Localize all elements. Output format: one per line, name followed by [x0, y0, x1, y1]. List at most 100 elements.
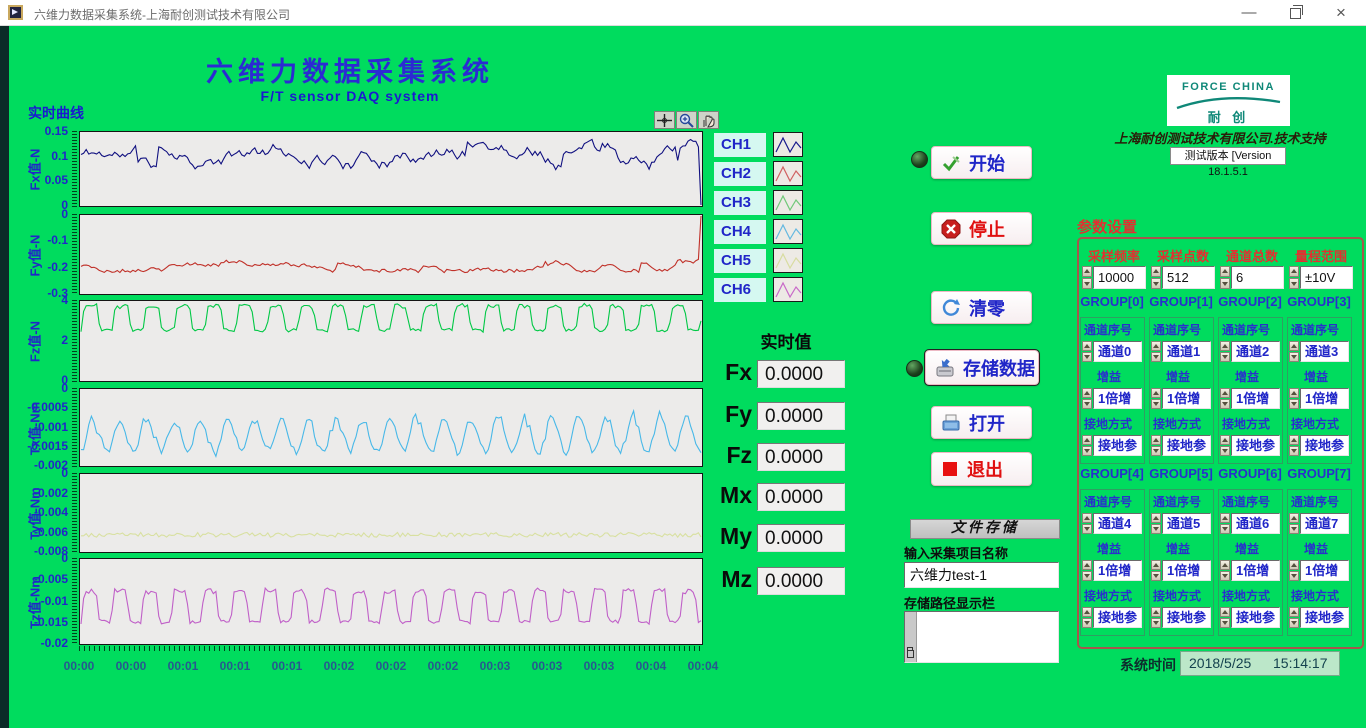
group-2-channel-spinner-down[interactable] [1220, 352, 1230, 362]
group-6-ground-value[interactable]: 接地参 [1231, 607, 1280, 628]
group-7-ground-spinner-down[interactable] [1289, 618, 1299, 628]
legend-waveform-icon-ch4[interactable] [773, 219, 803, 244]
zoom-magnifier-icon[interactable] [676, 111, 697, 129]
group-0-channel-spinner-down[interactable] [1082, 352, 1092, 362]
group-1-gain-value[interactable]: 1倍增 [1162, 388, 1211, 409]
group-7-gain-spinner-down[interactable] [1289, 571, 1299, 581]
param-value-1[interactable]: 512 [1162, 266, 1215, 289]
group-2-channel-spinner[interactable] [1220, 341, 1230, 362]
group-7-gain-value[interactable]: 1倍增 [1300, 560, 1349, 581]
group-6-gain-spinner[interactable] [1220, 560, 1230, 581]
group-6-ground-spinner[interactable] [1220, 607, 1230, 628]
open-button[interactable]: 打开 [931, 406, 1032, 439]
group-0-ground-spinner-down[interactable] [1082, 446, 1092, 456]
group-6-channel-spinner[interactable] [1220, 513, 1230, 534]
group-6-gain-spinner-up[interactable] [1220, 560, 1230, 570]
group-5-gain-value[interactable]: 1倍增 [1162, 560, 1211, 581]
group-5-gain-spinner-up[interactable] [1151, 560, 1161, 570]
group-4-channel-spinner-down[interactable] [1082, 524, 1092, 534]
group-7-channel-spinner-up[interactable] [1289, 513, 1299, 523]
legend-waveform-icon-ch5[interactable] [773, 248, 803, 273]
group-4-gain-spinner[interactable] [1082, 560, 1092, 581]
param-value-0[interactable]: 10000 [1093, 266, 1146, 289]
group-2-ground-value[interactable]: 接地参 [1231, 435, 1280, 456]
group-3-ground-spinner[interactable] [1289, 435, 1299, 456]
maximize-button[interactable] [1278, 0, 1312, 25]
group-1-ground-value[interactable]: 接地参 [1162, 435, 1211, 456]
param-value-2[interactable]: 6 [1231, 266, 1284, 289]
group-4-ground-spinner-down[interactable] [1082, 618, 1092, 628]
storage-path-display[interactable] [904, 611, 1059, 663]
param-spinner-2-up[interactable] [1220, 266, 1230, 277]
group-7-gain-spinner[interactable] [1289, 560, 1299, 581]
chart-plot-fz[interactable] [79, 300, 703, 382]
group-2-channel-value[interactable]: 通道2 [1231, 341, 1280, 362]
group-5-ground-spinner-down[interactable] [1151, 618, 1161, 628]
group-0-gain-spinner-down[interactable] [1082, 399, 1092, 409]
param-spinner-0[interactable] [1082, 266, 1092, 289]
group-6-channel-spinner-up[interactable] [1220, 513, 1230, 523]
group-2-ground-spinner-down[interactable] [1220, 446, 1230, 456]
group-5-channel-spinner[interactable] [1151, 513, 1161, 534]
group-7-ground-spinner-up[interactable] [1289, 607, 1299, 617]
group-6-gain-value[interactable]: 1倍增 [1231, 560, 1280, 581]
group-6-ground-spinner-up[interactable] [1220, 607, 1230, 617]
group-2-gain-value[interactable]: 1倍增 [1231, 388, 1280, 409]
group-6-ground-spinner-down[interactable] [1220, 618, 1230, 628]
group-0-channel-value[interactable]: 通道0 [1093, 341, 1142, 362]
stop-button[interactable]: 停止 [931, 212, 1032, 245]
pan-hand-icon[interactable] [698, 111, 719, 129]
legend-waveform-icon-ch3[interactable] [773, 190, 803, 215]
save-data-button[interactable]: 存储数据 [925, 350, 1039, 385]
group-5-gain-spinner-down[interactable] [1151, 571, 1161, 581]
chart-plot-fy[interactable] [79, 214, 703, 295]
channel-label-ch1[interactable]: CH1 [714, 133, 766, 157]
legend-waveform-icon-ch2[interactable] [773, 161, 803, 186]
group-5-channel-spinner-up[interactable] [1151, 513, 1161, 523]
group-7-gain-spinner-up[interactable] [1289, 560, 1299, 570]
channel-label-ch5[interactable]: CH5 [714, 249, 766, 273]
group-7-ground-spinner[interactable] [1289, 607, 1299, 628]
group-1-gain-spinner-down[interactable] [1151, 399, 1161, 409]
param-spinner-0-down[interactable] [1082, 278, 1092, 289]
channel-label-ch6[interactable]: CH6 [714, 278, 766, 302]
group-4-ground-value[interactable]: 接地参 [1093, 607, 1142, 628]
group-1-gain-spinner[interactable] [1151, 388, 1161, 409]
group-7-ground-value[interactable]: 接地参 [1300, 607, 1349, 628]
param-spinner-1-down[interactable] [1151, 278, 1161, 289]
group-4-channel-spinner[interactable] [1082, 513, 1092, 534]
group-6-channel-value[interactable]: 通道6 [1231, 513, 1280, 534]
group-3-gain-value[interactable]: 1倍增 [1300, 388, 1349, 409]
group-0-channel-spinner-up[interactable] [1082, 341, 1092, 351]
group-6-channel-spinner-down[interactable] [1220, 524, 1230, 534]
group-1-channel-spinner[interactable] [1151, 341, 1161, 362]
group-3-ground-value[interactable]: 接地参 [1300, 435, 1349, 456]
group-1-ground-spinner-down[interactable] [1151, 446, 1161, 456]
group-2-gain-spinner[interactable] [1220, 388, 1230, 409]
group-0-ground-spinner[interactable] [1082, 435, 1092, 456]
group-4-gain-value[interactable]: 1倍增 [1093, 560, 1142, 581]
group-3-channel-spinner-down[interactable] [1289, 352, 1299, 362]
group-3-channel-spinner[interactable] [1289, 341, 1299, 362]
group-0-gain-value[interactable]: 1倍增 [1093, 388, 1142, 409]
group-2-ground-spinner-up[interactable] [1220, 435, 1230, 445]
group-5-channel-spinner-down[interactable] [1151, 524, 1161, 534]
start-button[interactable]: 开始 [931, 146, 1032, 179]
group-5-ground-value[interactable]: 接地参 [1162, 607, 1211, 628]
cursor-crosshair-icon[interactable] [654, 111, 675, 129]
group-7-channel-spinner-down[interactable] [1289, 524, 1299, 534]
param-value-3[interactable]: ±10V [1300, 266, 1353, 289]
group-1-ground-spinner[interactable] [1151, 435, 1161, 456]
group-5-ground-spinner-up[interactable] [1151, 607, 1161, 617]
legend-waveform-icon-ch6[interactable] [773, 277, 803, 302]
group-0-ground-value[interactable]: 接地参 [1093, 435, 1142, 456]
channel-label-ch4[interactable]: CH4 [714, 220, 766, 244]
group-1-channel-spinner-up[interactable] [1151, 341, 1161, 351]
group-4-channel-spinner-up[interactable] [1082, 513, 1092, 523]
group-1-channel-value[interactable]: 通道1 [1162, 341, 1211, 362]
param-spinner-0-up[interactable] [1082, 266, 1092, 277]
group-4-ground-spinner[interactable] [1082, 607, 1092, 628]
group-3-gain-spinner[interactable] [1289, 388, 1299, 409]
group-2-channel-spinner-up[interactable] [1220, 341, 1230, 351]
group-3-channel-spinner-up[interactable] [1289, 341, 1299, 351]
